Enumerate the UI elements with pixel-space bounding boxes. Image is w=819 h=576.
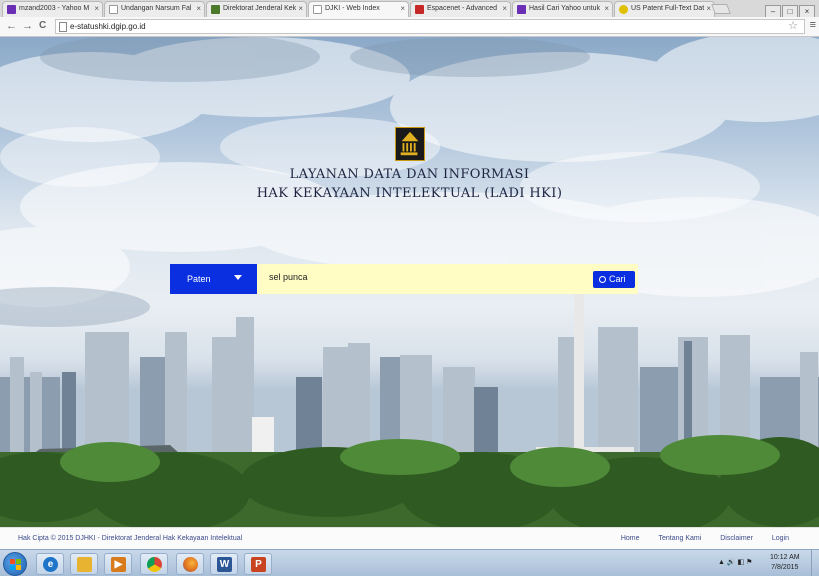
tab-undangan[interactable]: Undangan Narsum Fal × (104, 1, 205, 17)
footer-link-tentang-kami[interactable]: Tentang Kami (658, 535, 701, 542)
tab-close-icon[interactable]: × (502, 4, 507, 13)
start-button[interactable] (3, 552, 27, 576)
document-favicon-icon (109, 5, 118, 14)
windows-logo-icon (10, 559, 15, 564)
search-icon (599, 276, 606, 283)
taskbar-chrome[interactable] (140, 553, 168, 575)
taskbar-clock[interactable]: 10:12 AM 7/8/2015 (770, 553, 800, 573)
yahoo-favicon-icon (7, 5, 16, 14)
tab-label: Direktorat Jenderal Kek (223, 5, 297, 12)
clock-time: 10:12 AM (770, 554, 800, 561)
url-text: e-statushki.dgip.go.id (70, 22, 146, 31)
reload-button[interactable]: C (39, 20, 46, 31)
copyright-text: Hak Cipta © 2015 DJHKI - Direktorat Jend… (18, 535, 243, 542)
tab-label: Undangan Narsum Fal (121, 5, 192, 12)
firefox-icon (183, 557, 198, 572)
tab-close-icon[interactable]: × (196, 4, 201, 13)
page-title-line2: HAK KEKAYAAN INTELEKTUAL (LADI HKI) (256, 186, 563, 201)
taskbar-file-explorer[interactable] (70, 553, 98, 575)
browser-toolbar: ← → C e-statushki.dgip.go.id ☆ ≡ (0, 17, 819, 37)
footer-links: Home Tentang Kami Disclaimer Login (604, 535, 789, 542)
word-icon: W (217, 557, 232, 572)
tab-label: mzand2003 - Yahoo M (19, 5, 90, 12)
tab-close-icon[interactable]: × (94, 4, 99, 13)
ministry-emblem-logo (395, 127, 425, 161)
tab-label: Hasil Cari Yahoo untuk (529, 5, 600, 12)
forward-button[interactable]: → (22, 20, 33, 32)
tab-label: DJKI - Web Index (325, 5, 380, 12)
taskbar-firefox[interactable] (176, 553, 204, 575)
show-desktop-button[interactable] (811, 550, 819, 576)
tab-close-icon[interactable]: × (604, 4, 609, 13)
tab-us-patent[interactable]: US Patent Full-Text Dat × (614, 1, 715, 17)
browser-menu-icon[interactable]: ≡ (810, 19, 816, 31)
tab-close-icon[interactable]: × (298, 4, 303, 13)
category-selected: Paten (187, 274, 211, 284)
footer-link-disclaimer[interactable]: Disclaimer (720, 535, 753, 542)
media-player-icon: ▶ (111, 557, 126, 572)
search-bar: Paten sel punca Cari (170, 264, 638, 294)
internet-explorer-icon: e (43, 557, 58, 572)
site-footer: Hak Cipta © 2015 DJHKI - Direktorat Jend… (0, 527, 819, 549)
tab-close-icon[interactable]: × (706, 4, 711, 13)
category-dropdown[interactable]: Paten (170, 264, 257, 294)
taskbar-media-player[interactable]: ▶ (104, 553, 132, 575)
tab-yahoo-search[interactable]: Hasil Cari Yahoo untuk × (512, 1, 613, 17)
tab-label: US Patent Full-Text Dat (631, 5, 705, 12)
tab-strip: mzand2003 - Yahoo M × Undangan Narsum Fa… (0, 0, 819, 19)
espacenet-favicon-icon (415, 5, 424, 14)
clock-date: 7/8/2015 (771, 564, 799, 571)
system-tray-icons[interactable]: ▲ 🔊 ◧ ⚑ (718, 558, 752, 566)
new-tab-button[interactable] (711, 4, 731, 14)
tab-espacenet[interactable]: Espacenet - Advanced × (410, 1, 511, 17)
footer-link-login[interactable]: Login (772, 535, 789, 542)
tab-yahoo-mail[interactable]: mzand2003 - Yahoo M × (2, 1, 103, 17)
yahoo-favicon-icon (517, 5, 526, 14)
footer-link-home[interactable]: Home (621, 535, 640, 542)
taskbar-word[interactable]: W (210, 553, 238, 575)
search-button[interactable]: Cari (593, 271, 635, 288)
file-explorer-icon (77, 557, 92, 572)
tab-direktorat[interactable]: Direktorat Jenderal Kek × (206, 1, 307, 17)
document-favicon-icon (313, 5, 322, 14)
tab-label: Espacenet - Advanced (427, 5, 498, 12)
windows-taskbar: e ▶ W P ▲ 🔊 ◧ ⚑ 10:12 AM 7/8/2015 (0, 549, 819, 576)
search-button-label: Cari (609, 274, 626, 284)
taskbar-powerpoint[interactable]: P (244, 553, 272, 575)
djki-favicon-icon (211, 5, 220, 14)
bookmark-star-icon[interactable]: ☆ (788, 19, 798, 32)
back-button[interactable]: ← (6, 20, 17, 32)
taskbar-internet-explorer[interactable]: e (36, 553, 64, 575)
caret-down-icon (234, 275, 242, 280)
address-bar[interactable]: e-statushki.dgip.go.id ☆ (55, 19, 805, 34)
page-content: LAYANAN DATA DAN INFORMASI HAK KEKAYAAN … (0, 37, 819, 527)
tab-close-icon[interactable]: × (400, 4, 405, 13)
tab-djki-web-index[interactable]: DJKI - Web Index × (308, 1, 409, 17)
page-icon (59, 22, 67, 32)
chrome-icon (147, 557, 162, 572)
jakarta-skyline-background (0, 277, 819, 527)
uspto-favicon-icon (619, 5, 628, 14)
search-input[interactable]: sel punca (269, 272, 308, 282)
page-title-line1: LAYANAN DATA DAN INFORMASI (289, 167, 530, 182)
powerpoint-icon: P (251, 557, 266, 572)
